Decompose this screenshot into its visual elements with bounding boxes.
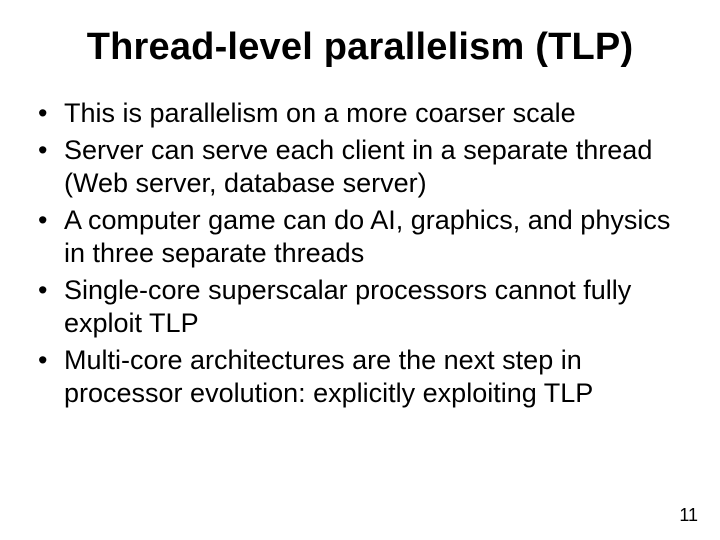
bullet-list: This is parallelism on a more coarser sc… [30, 97, 690, 409]
list-item: Multi-core architectures are the next st… [38, 344, 690, 410]
slide: Thread-level parallelism (TLP) This is p… [0, 0, 720, 540]
slide-title: Thread-level parallelism (TLP) [30, 26, 690, 69]
list-item: Server can serve each client in a separa… [38, 134, 690, 200]
list-item: This is parallelism on a more coarser sc… [38, 97, 690, 130]
list-item: Single-core superscalar processors canno… [38, 274, 690, 340]
page-number: 11 [679, 505, 698, 526]
list-item: A computer game can do AI, graphics, and… [38, 204, 690, 270]
